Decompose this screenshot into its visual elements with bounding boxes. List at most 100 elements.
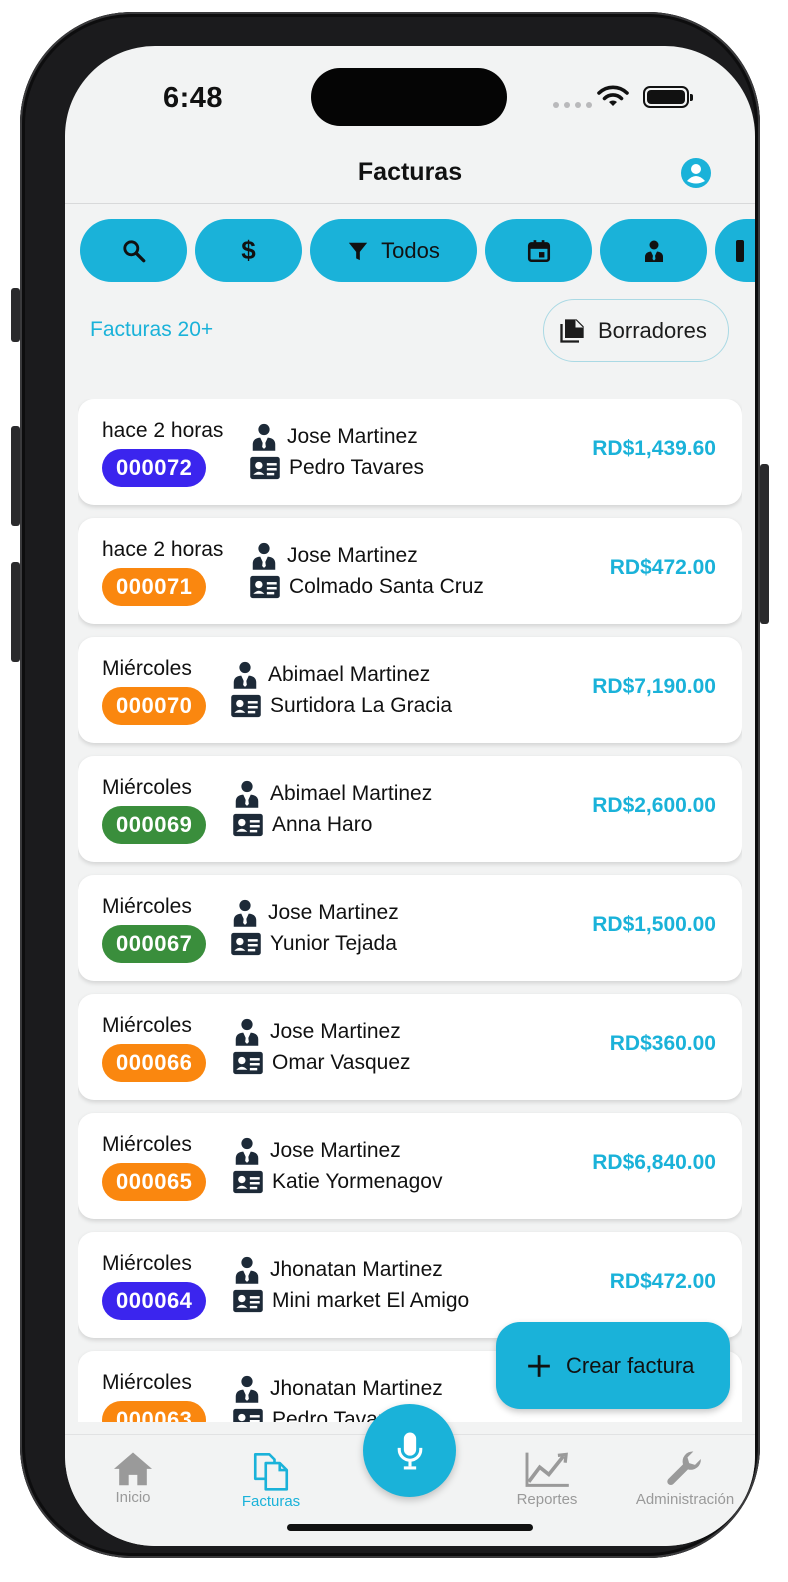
invoice-people: Jose Martinez Yunior Tejada xyxy=(230,897,399,959)
invoice-number-badge: 000065 xyxy=(102,1163,207,1201)
customer-card-icon xyxy=(232,1405,264,1423)
invoice-time: hace 2 horas xyxy=(102,538,224,561)
voice-input-button[interactable] xyxy=(363,1404,456,1497)
customer-name: Mini market El Amigo xyxy=(272,1288,470,1312)
status-filter-label: Todos xyxy=(381,237,440,263)
invoice-card[interactable]: Miércoles 000067 Jose Martinez Yunior Te… xyxy=(78,875,742,981)
seller-chip[interactable] xyxy=(600,219,707,282)
tab-reportes[interactable]: Reportes xyxy=(477,1449,617,1508)
app-header: Facturas xyxy=(65,146,755,204)
invoice-number-badge: 000064 xyxy=(102,1282,207,1320)
invoice-number-badge: 000072 xyxy=(102,449,207,487)
page-title: Facturas xyxy=(357,158,463,186)
seller-icon xyxy=(232,1017,262,1047)
volume-down-button xyxy=(11,562,20,662)
home-icon xyxy=(114,1452,152,1486)
drafts-button[interactable]: Borradores xyxy=(543,299,729,362)
dollar-icon: $ xyxy=(241,235,256,265)
customer-card-icon xyxy=(232,1167,264,1197)
seller-icon xyxy=(232,1136,262,1166)
account-icon[interactable] xyxy=(681,158,711,188)
invoice-people: Abimael Martinez Surtidora La Gracia xyxy=(230,659,452,721)
invoice-number-badge: 000067 xyxy=(102,925,207,963)
invoice-amount: RD$472.00 xyxy=(609,1270,716,1293)
customer-card-icon xyxy=(232,1286,264,1316)
invoice-people: Jose Martinez Katie Yormenagov xyxy=(232,1135,442,1197)
seller-name: Jose Martinez xyxy=(270,1019,401,1043)
volume-up-button xyxy=(11,426,20,526)
invoice-amount: RD$360.00 xyxy=(609,1032,716,1055)
seller-name: Jhonatan Martinez xyxy=(270,1257,443,1281)
battery-icon xyxy=(643,86,693,108)
invoice-card[interactable]: Miércoles 000069 Abimael Martinez Anna H… xyxy=(78,756,742,862)
seller-name: Jose Martinez xyxy=(268,900,399,924)
seller-name: Jose Martinez xyxy=(287,543,418,567)
tab-label: Inicio xyxy=(115,1489,151,1506)
amount-chip[interactable]: $ xyxy=(195,219,302,282)
create-invoice-button[interactable]: Crear factura xyxy=(496,1322,730,1409)
status-filter-chip[interactable]: Todos xyxy=(310,219,477,282)
date-chip[interactable] xyxy=(485,219,592,282)
plus-icon xyxy=(528,1354,550,1377)
invoice-number-badge: 000071 xyxy=(102,568,207,606)
seller-name: Jose Martinez xyxy=(270,1138,401,1162)
invoice-list: hace 2 horas 000072 Jose Martinez Pedro … xyxy=(78,399,742,1422)
invoice-people: Jose Martinez Omar Vasquez xyxy=(232,1016,411,1078)
action-button xyxy=(11,288,20,342)
customer-name: Omar Vasquez xyxy=(272,1050,411,1074)
documents-icon xyxy=(253,1452,289,1491)
invoice-card[interactable]: Miércoles 000065 Jose Martinez Katie Yor… xyxy=(78,1113,742,1219)
invoice-card[interactable]: hace 2 horas 000072 Jose Martinez Pedro … xyxy=(78,399,742,505)
customer-name: Surtidora La Gracia xyxy=(270,693,453,717)
customer-card-icon xyxy=(230,929,262,959)
invoice-card[interactable]: Miércoles 000066 Jose Martinez Omar Vasq… xyxy=(78,994,742,1100)
invoice-card[interactable]: hace 2 horas 000071 Jose Martinez Colmad… xyxy=(78,518,742,624)
invoice-card[interactable]: Miércoles 000070 Abimael Martinez Surtid… xyxy=(78,637,742,743)
filter-icon xyxy=(348,242,368,260)
seller-icon xyxy=(232,1255,262,1285)
partial-chip-icon xyxy=(735,239,744,262)
invoice-amount: RD$472.00 xyxy=(609,556,716,579)
seller-name: Jose Martinez xyxy=(287,424,418,448)
more-filter-chip[interactable] xyxy=(715,219,755,282)
drafts-icon xyxy=(560,318,584,343)
invoice-count: Facturas 20+ xyxy=(90,318,214,341)
invoice-amount: RD$6,840.00 xyxy=(592,1151,716,1174)
invoice-time: Miércoles xyxy=(102,1133,192,1156)
invoice-time: Miércoles xyxy=(102,895,192,918)
customer-card-icon xyxy=(230,691,262,721)
search-chip[interactable] xyxy=(80,219,187,282)
tab-inicio[interactable]: Inicio xyxy=(65,1449,203,1506)
power-button xyxy=(760,464,769,624)
tab-facturas[interactable]: Facturas xyxy=(201,1449,341,1510)
tab-administracion[interactable]: Administración xyxy=(615,1449,755,1508)
screen: 6:48 Facturas $ Todos Facturas 20+ Borra… xyxy=(65,46,755,1546)
customer-card-icon xyxy=(249,572,281,602)
invoice-number-badge: 000069 xyxy=(102,806,207,844)
invoice-people: Jhonatan Martinez Mini market El Amigo xyxy=(232,1254,469,1316)
person-tie-icon xyxy=(644,240,663,262)
invoice-people: Jose Martinez Pedro Tavares xyxy=(249,421,424,483)
customer-name: Yunior Tejada xyxy=(270,931,397,955)
seller-name: Abimael Martinez xyxy=(268,662,431,686)
seller-icon xyxy=(249,422,279,452)
seller-icon xyxy=(232,779,262,809)
wifi-icon xyxy=(597,85,629,106)
invoice-time: Miércoles xyxy=(102,1014,192,1037)
seller-icon xyxy=(230,898,260,928)
invoice-time: Miércoles xyxy=(102,1252,192,1275)
cellular-signal-icon xyxy=(553,102,592,108)
customer-name: Katie Yormenagov xyxy=(272,1169,443,1193)
dynamic-island xyxy=(311,68,507,126)
invoice-people: Abimael Martinez Anna Haro xyxy=(232,778,432,840)
tab-label: Facturas xyxy=(241,1493,301,1510)
invoice-amount: RD$7,190.00 xyxy=(592,675,716,698)
invoice-number-badge: 000066 xyxy=(102,1044,207,1082)
customer-name: Anna Haro xyxy=(272,812,373,836)
invoice-time: Miércoles xyxy=(102,776,192,799)
invoice-time: Miércoles xyxy=(102,1371,192,1394)
customer-name: Colmado Santa Cruz xyxy=(289,574,484,598)
phone-frame: 6:48 Facturas $ Todos Facturas 20+ Borra… xyxy=(11,12,769,1558)
invoice-amount: RD$2,600.00 xyxy=(592,794,716,817)
seller-name: Jhonatan Martinez xyxy=(270,1376,443,1400)
